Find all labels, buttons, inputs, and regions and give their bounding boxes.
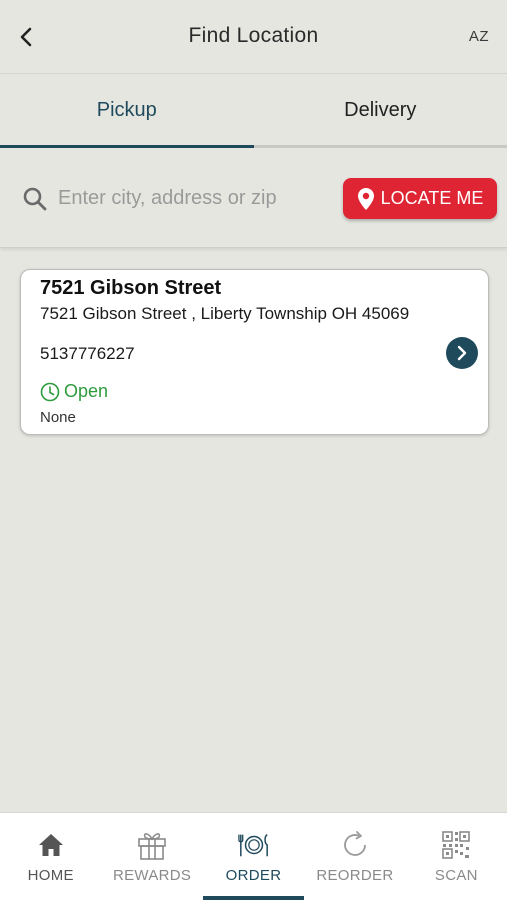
nav-reorder-label: REORDER <box>316 867 394 884</box>
nav-rewards-label: REWARDS <box>113 867 192 884</box>
location-details-button[interactable] <box>446 337 478 369</box>
nav-scan-label: SCAN <box>434 867 478 884</box>
nav-rewards[interactable]: REWARDS <box>101 813 202 900</box>
search-icon <box>23 187 47 211</box>
location-address: 7521 Gibson Street , Liberty Township OH… <box>40 304 410 323</box>
locate-me-label: LOCATE ME <box>380 188 484 208</box>
open-status-label: Open <box>64 381 109 401</box>
open-status: Open <box>40 381 108 402</box>
sort-az-button[interactable]: AZ <box>469 28 489 45</box>
locate-me-button[interactable]: LOCATE ME <box>343 178 497 219</box>
app-header: Find Location AZ <box>0 0 507 74</box>
plate-icon <box>237 834 268 857</box>
nav-home[interactable]: HOME <box>0 813 101 900</box>
nav-order[interactable]: ORDER <box>202 813 305 900</box>
chevron-right-icon <box>457 345 467 361</box>
gift-icon <box>138 833 166 860</box>
qr-code-icon <box>442 831 471 859</box>
bottom-nav: HOME REWARDS ORDER REORDER SCAN <box>0 812 507 900</box>
location-card[interactable]: 7521 Gibson Street 7521 Gibson Street , … <box>20 269 489 435</box>
nav-reorder[interactable]: REORDER <box>304 813 405 900</box>
search-bar: LOCATE ME <box>0 150 507 248</box>
home-icon <box>38 834 63 856</box>
nav-scan[interactable]: SCAN <box>406 813 507 900</box>
page-title: Find Location <box>188 24 319 47</box>
nav-order-label: ORDER <box>225 867 282 884</box>
location-note: None <box>40 409 76 426</box>
tab-delivery[interactable]: Delivery <box>253 75 507 148</box>
location-phone: 5137776227 <box>40 344 135 363</box>
location-pin-icon <box>357 187 374 210</box>
mode-tabs: Pickup Delivery <box>0 75 507 148</box>
refresh-icon <box>344 831 366 856</box>
tab-pickup[interactable]: Pickup <box>0 75 254 148</box>
search-input[interactable] <box>58 180 328 216</box>
clock-icon <box>40 382 60 401</box>
location-name: 7521 Gibson Street <box>40 277 222 299</box>
nav-home-label: HOME <box>27 867 74 884</box>
